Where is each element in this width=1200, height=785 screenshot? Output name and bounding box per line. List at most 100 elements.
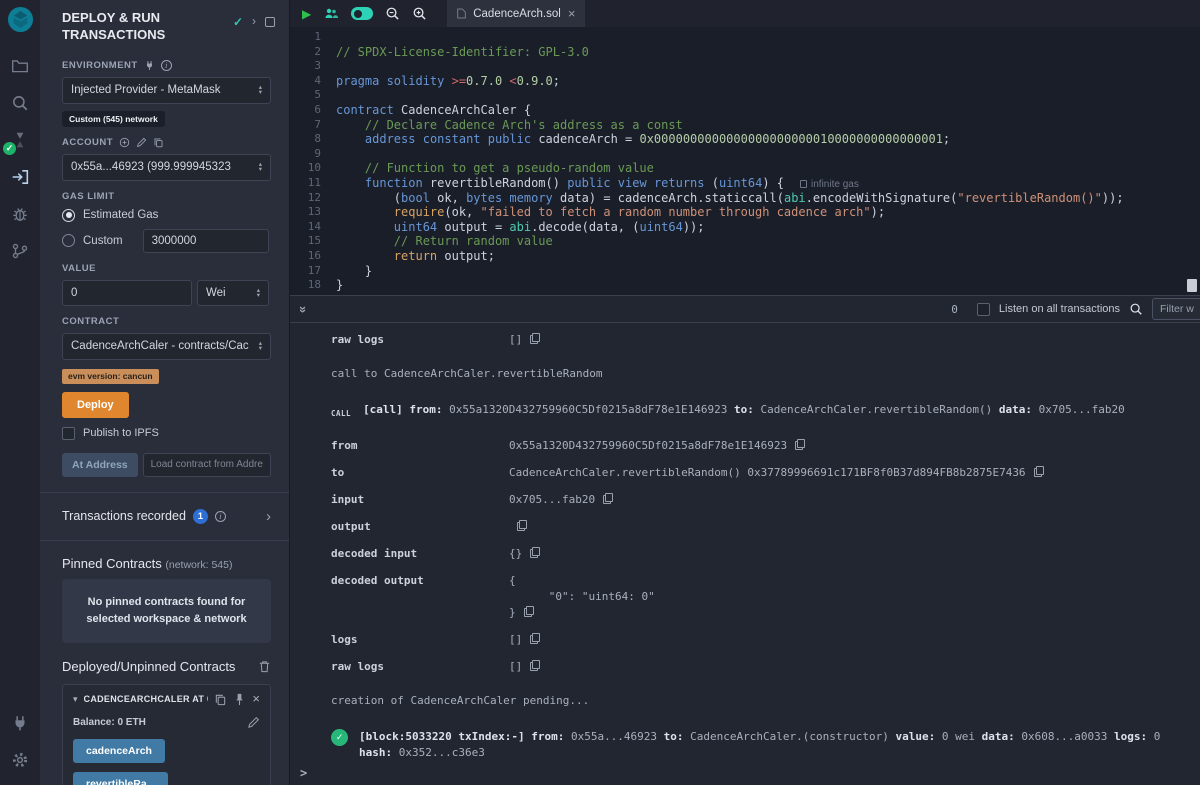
tx-summary[interactable]: [block:5033220 txIndex:-] from: 0x55a...… [359,729,1184,761]
terminal-header: » 0 Listen on all transactions [290,296,1200,323]
code-line[interactable] [336,88,1200,103]
custom-gas-radio[interactable] [62,234,75,247]
copy-icon[interactable] [524,606,534,617]
search-icon[interactable] [1129,302,1143,316]
copy-icon[interactable] [530,660,540,671]
source-control-icon[interactable] [0,234,40,268]
network-badge: Custom (545) network [62,111,165,127]
debugger-icon[interactable] [0,197,40,231]
call-summary[interactable]: [call] from: 0x55a1320D432759960C5Df0215… [363,402,1125,422]
tab-label: CadenceArch.sol [473,8,561,20]
trash-icon[interactable] [258,660,271,673]
contract-fn-revertiblerandom-button[interactable]: revertibleRa... [73,772,168,785]
code-line[interactable]: address constant public cadenceArch = 0x… [336,132,1200,147]
pen-icon[interactable] [136,137,147,148]
pen-icon[interactable] [247,716,260,729]
plugin-manager-icon[interactable] [0,706,40,740]
code-line[interactable]: return output; [336,249,1200,264]
transactions-recorded[interactable]: Transactions recorded 1 i › [62,493,271,540]
code-line[interactable]: // SPDX-License-Identifier: GPL-3.0 [336,45,1200,60]
icon-panel-top: ✓ [0,49,40,268]
zoom-in-icon[interactable] [412,6,427,21]
info-icon[interactable]: i [215,511,226,522]
copy-icon[interactable] [795,439,805,450]
copy-icon[interactable] [1034,466,1044,477]
gas-icon [800,180,807,188]
pinned-empty-state: No pinned contracts found for selected w… [62,579,271,643]
custom-gas-input[interactable] [143,229,269,253]
terminal-collapse-icon[interactable]: » [296,305,311,312]
copy-icon[interactable] [214,693,227,706]
collaborators-icon[interactable] [323,6,339,22]
preview-toggle-icon[interactable] [351,7,373,20]
deploy-run-icon[interactable] [0,160,40,194]
success-icon: ✓ [331,729,348,746]
publish-ipfs-checkbox[interactable] [62,427,75,440]
code-editor[interactable]: 123456789101112131415161718 // SPDX-Lice… [290,27,1200,295]
chevron-right-icon[interactable]: › [266,508,271,525]
settings-icon[interactable] [0,743,40,777]
code-line[interactable] [336,147,1200,162]
log-key: input [331,492,509,508]
info-icon[interactable]: i [161,60,172,71]
copy-icon[interactable] [530,547,540,558]
filter-input[interactable] [1152,298,1200,320]
plug-icon[interactable] [144,60,155,71]
search-icon[interactable] [0,86,40,120]
code-line[interactable] [336,59,1200,74]
tab-close-icon[interactable]: × [568,6,576,21]
estimated-gas-option[interactable]: Estimated Gas [62,209,271,222]
run-script-icon[interactable]: ▶ [302,7,311,21]
at-address-button[interactable]: At Address [62,453,138,477]
code-line[interactable]: (bool ok, bytes memory data) = cadenceAr… [336,191,1200,206]
account-select[interactable]: 0x55a...46923 (999.999945323 ▴▾ [62,154,271,181]
code-line[interactable]: contract CadenceArchCaler { [336,103,1200,118]
value-input[interactable] [62,280,192,306]
deployed-contract-header[interactable]: ▾ CADENCEARCHCALER AT 0) × [73,693,260,706]
code-line[interactable]: // Return random value [336,234,1200,249]
estimated-gas-radio[interactable] [62,209,75,222]
chevron-down-icon[interactable]: ▾ [73,694,78,705]
plus-icon[interactable] [119,137,130,148]
line-number: 1 [290,30,321,45]
copy-icon[interactable] [603,493,613,504]
close-icon[interactable]: × [252,693,260,705]
editor-scrollbar-thumb[interactable] [1187,279,1197,292]
deploy-button[interactable]: Deploy [62,392,129,418]
file-explorer-icon[interactable] [0,49,40,83]
copy-icon[interactable] [530,633,540,644]
solidity-compiler-icon[interactable]: ✓ [0,123,40,157]
line-number: 7 [290,118,321,133]
copy-icon[interactable] [517,520,527,531]
code-line[interactable]: // Declare Cadence Arch's address as a c… [336,118,1200,133]
custom-gas-option[interactable]: Custom [62,229,271,253]
environment-select[interactable]: Injected Provider - MetaMask ▴▾ [62,77,271,104]
editor-tab-cadencearch[interactable]: CadenceArch.sol × [447,0,585,27]
contract-select[interactable]: CadenceArchCaler - contracts/Cac ▴▾ [62,333,271,360]
pin-icon[interactable] [233,693,246,706]
zoom-out-icon[interactable] [385,6,400,21]
publish-ipfs-option[interactable]: Publish to IPFS [62,427,271,440]
at-address-input[interactable] [143,453,271,477]
terminal-prompt[interactable]: > [300,766,307,780]
contract-fn-cadencearch-button[interactable]: cadenceArch [73,739,165,763]
terminal-entry: from0x55a1320D432759960C5Df0215a8dF78e1E… [331,438,1184,454]
copy-icon[interactable] [153,137,164,148]
terminal-log[interactable]: raw logs[]call to CadenceArchCaler.rever… [290,323,1200,761]
listen-all-checkbox[interactable] [977,303,990,316]
popout-icon[interactable] [265,17,275,27]
code-line[interactable] [336,30,1200,45]
code-line[interactable]: } [336,278,1200,293]
code-line[interactable]: // Function to get a pseudo-random value [336,161,1200,176]
value-unit-select[interactable]: Wei ▴▾ [197,280,269,306]
chevron-right-icon[interactable]: › [252,15,256,27]
code-line[interactable]: uint64 output = abi.decode(data, (uint64… [336,220,1200,235]
inline-gas-hint: infinite gas [800,179,859,190]
copy-icon[interactable] [530,333,540,344]
code-line[interactable]: require(ok, "failed to fetch a random nu… [336,205,1200,220]
remix-logo[interactable] [7,6,34,33]
editor-code[interactable]: // SPDX-License-Identifier: GPL-3.0 pragm… [336,30,1200,295]
code-line[interactable]: pragma solidity >=0.7.0 <0.9.0; [336,74,1200,89]
code-line[interactable]: } [336,264,1200,279]
code-line[interactable]: function revertibleRandom() public view … [336,176,1200,191]
